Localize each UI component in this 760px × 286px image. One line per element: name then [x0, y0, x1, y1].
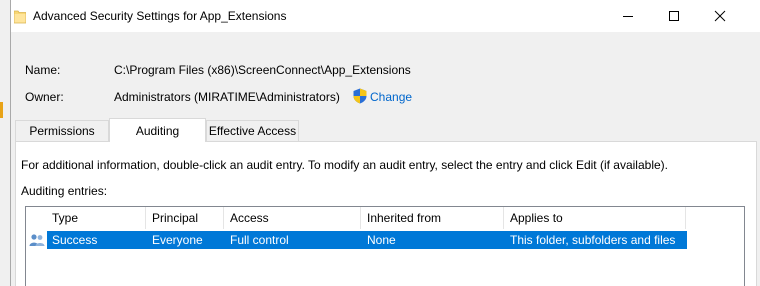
uac-shield-icon [353, 88, 367, 104]
cell-access: Full control [230, 233, 289, 247]
maximize-button[interactable] [651, 0, 697, 32]
background-orange-edge [0, 102, 3, 118]
cell-inherited-from: None [367, 233, 396, 247]
tab-permissions-label: Permissions [29, 124, 95, 138]
close-icon [714, 10, 726, 22]
minimize-button[interactable] [605, 0, 651, 32]
window-title: Advanced Security Settings for App_Exten… [33, 9, 287, 23]
auditing-info-text: For additional information, double-click… [21, 158, 668, 172]
column-header-principal[interactable]: Principal [146, 207, 224, 229]
folder-icon [14, 10, 26, 24]
tab-effective-access-label: Effective Access [208, 124, 297, 138]
column-header-access[interactable]: Access [224, 207, 361, 229]
auditing-entries-list[interactable]: Type Principal Access Inherited from App… [25, 206, 745, 286]
title-bar[interactable]: Advanced Security Settings for App_Exten… [11, 0, 760, 32]
tab-auditing-label: Auditing [135, 123, 180, 138]
owner-label: Owner: [25, 90, 64, 104]
tab-effective-access[interactable]: Effective Access [206, 120, 299, 141]
cell-applies-to: This folder, subfolders and files [510, 233, 676, 247]
cell-principal: Everyone [152, 233, 203, 247]
name-value: C:\Program Files (x86)\ScreenConnect\App… [114, 63, 411, 77]
tab-permissions[interactable]: Permissions [15, 120, 109, 141]
column-header-inherited-from[interactable]: Inherited from [361, 207, 504, 229]
cell-type: Success [52, 233, 98, 247]
maximize-icon [669, 11, 679, 21]
owner-value: Administrators (MIRATIME\Administrators) [114, 90, 340, 104]
security-settings-window: Advanced Security Settings for App_Exten… [10, 0, 760, 286]
minimize-icon [623, 16, 633, 17]
name-label: Name: [25, 63, 61, 77]
change-owner-link[interactable]: Change [370, 90, 412, 104]
users-icon [29, 234, 45, 246]
auditing-entries-label: Auditing entries: [21, 184, 108, 198]
background-strip [0, 0, 10, 286]
close-button[interactable] [697, 0, 743, 32]
column-header-applies-to[interactable]: Applies to [504, 207, 686, 229]
tab-auditing[interactable]: Auditing [109, 118, 206, 142]
column-header-type[interactable]: Type [46, 207, 146, 229]
